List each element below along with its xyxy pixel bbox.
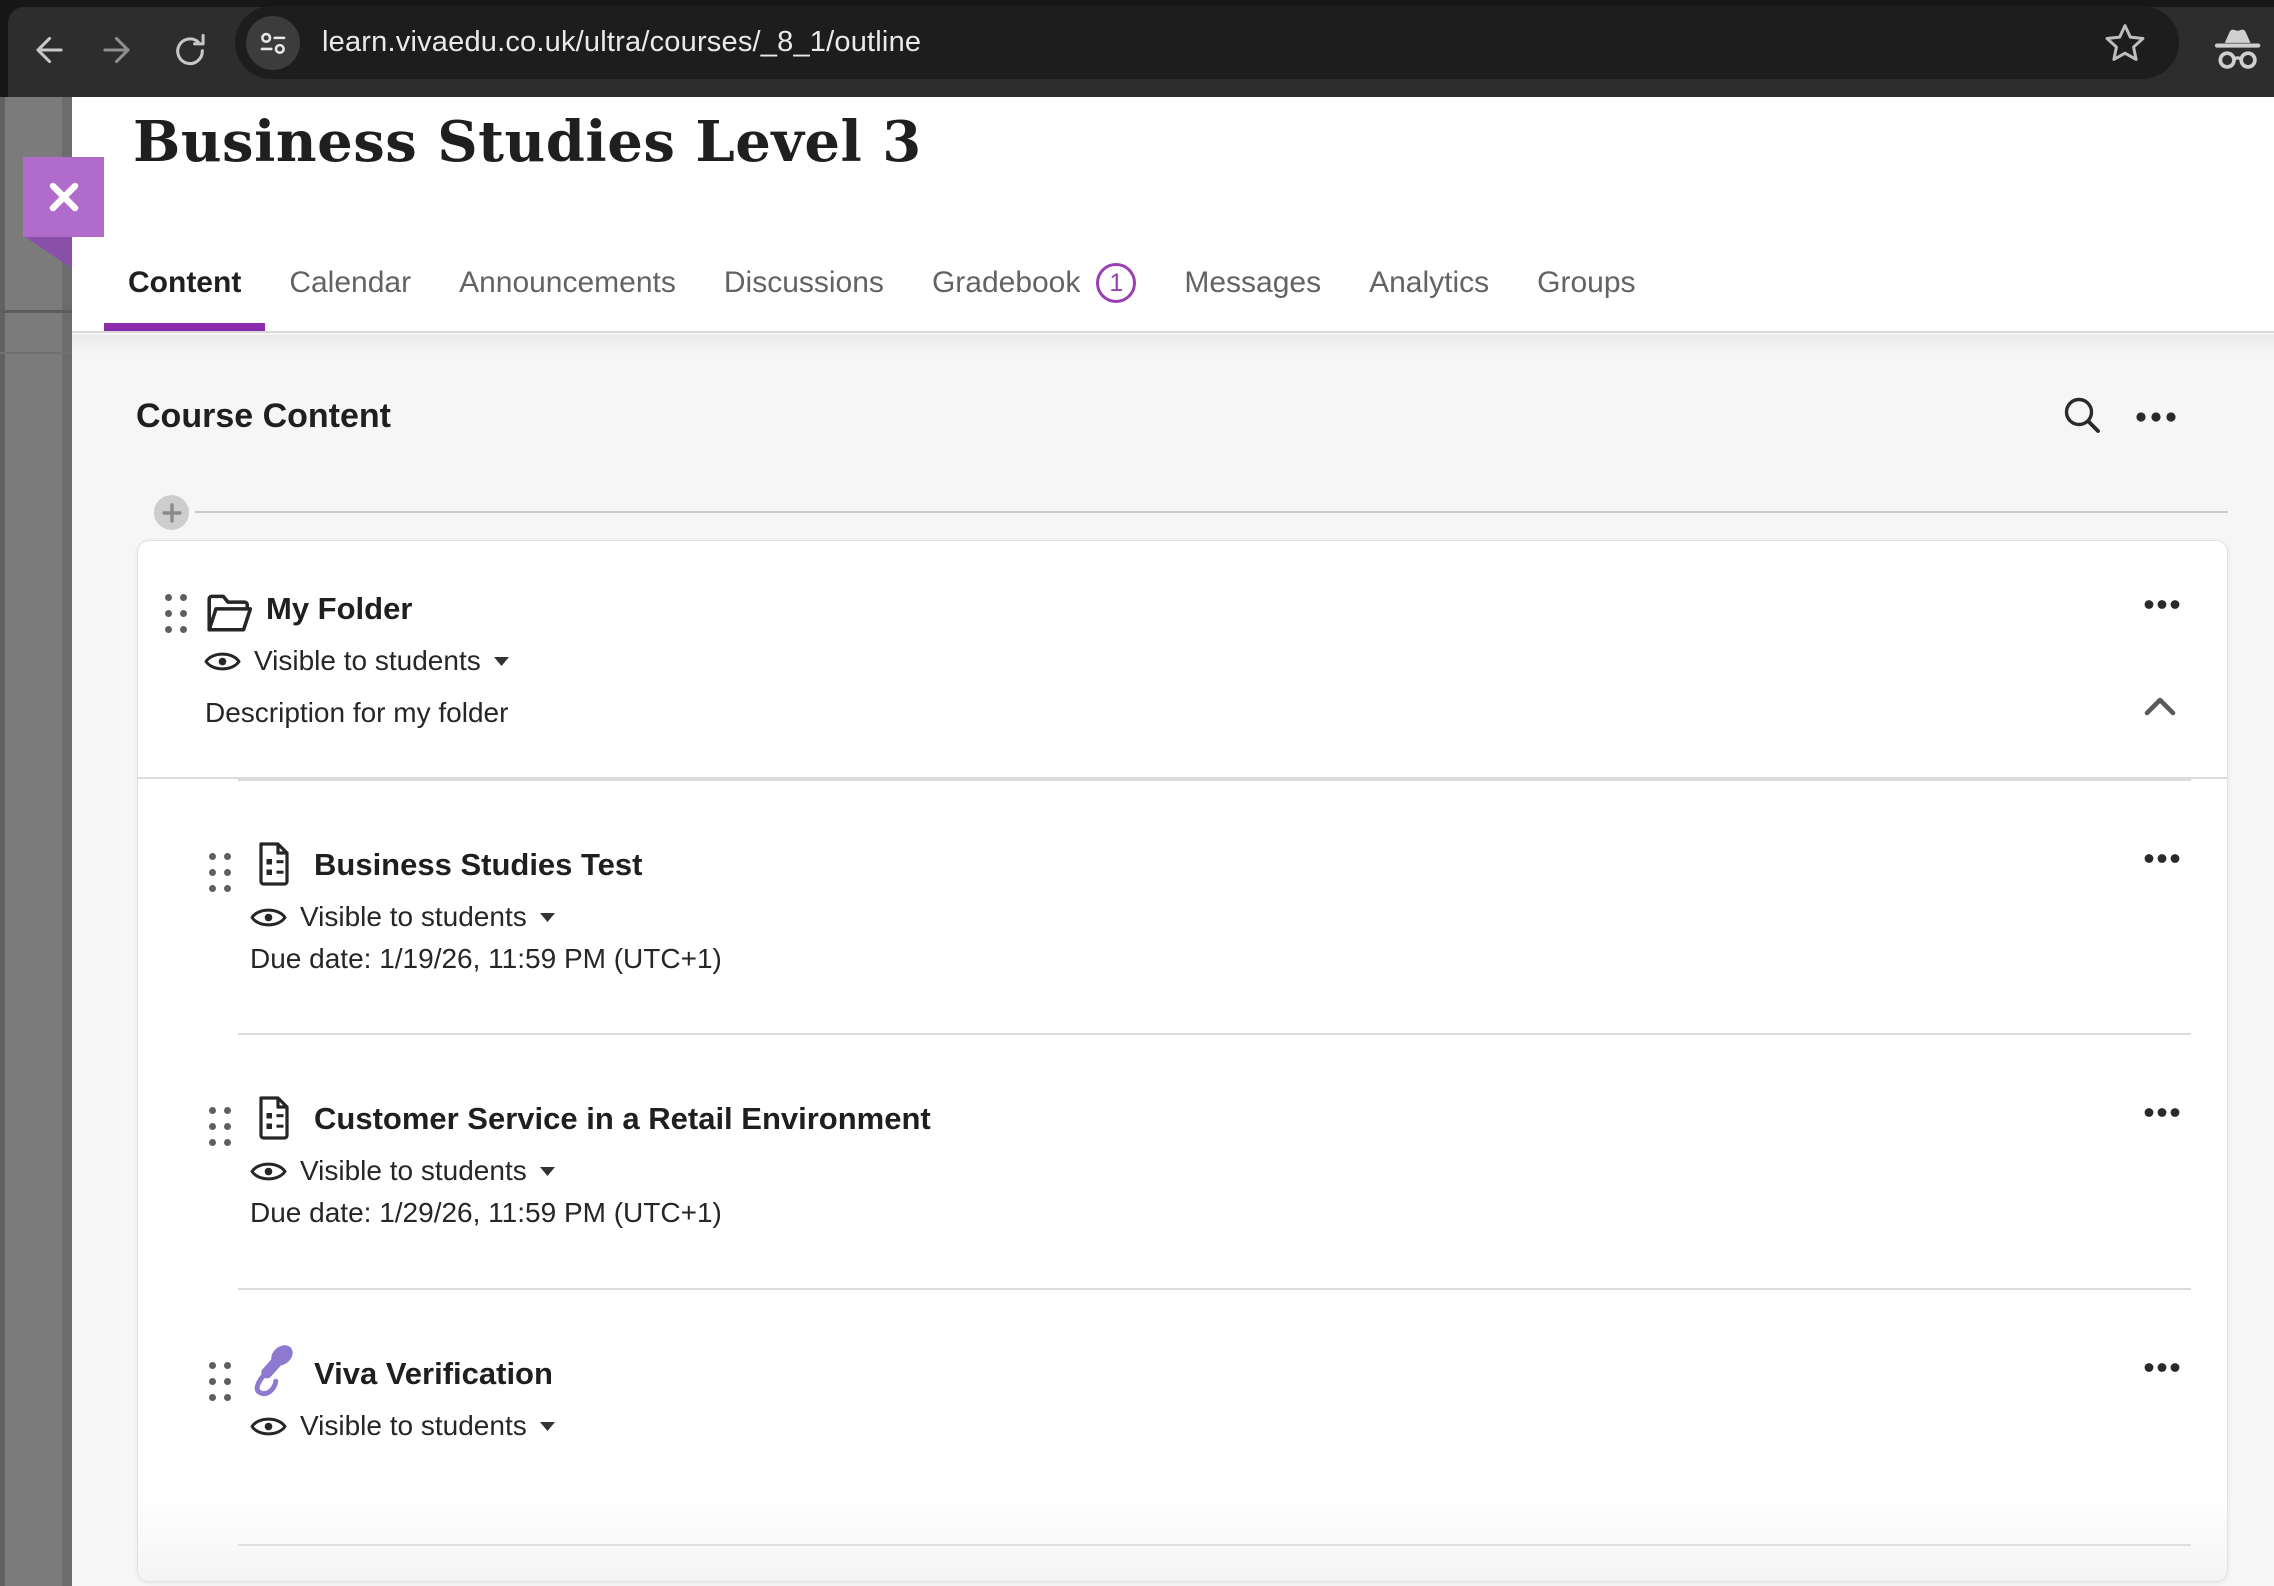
caret-down-icon: [540, 1167, 555, 1176]
drag-handle[interactable]: [209, 1362, 231, 1404]
tab-content[interactable]: Content: [104, 243, 265, 331]
folder-title[interactable]: My Folder: [266, 591, 412, 627]
item-visibility-dropdown[interactable]: Visible to students: [250, 901, 555, 933]
item-visibility-dropdown[interactable]: Visible to students: [250, 1410, 555, 1442]
reload-button[interactable]: [168, 28, 212, 72]
panel-right-edge: [62, 97, 72, 1586]
folder-item-list: Business Studies Test Visible to student…: [138, 779, 2227, 1505]
content-heading: Course Content: [136, 397, 391, 436]
test-document-icon: [250, 839, 298, 889]
tab-analytics[interactable]: Analytics: [1345, 243, 1513, 331]
folder-description: Description for my folder: [205, 697, 508, 729]
folder-visibility-dropdown[interactable]: Visible to students: [204, 645, 509, 677]
search-icon[interactable]: [2060, 393, 2104, 437]
item-title[interactable]: Viva Verification: [314, 1356, 553, 1392]
item-title[interactable]: Customer Service in a Retail Environment: [314, 1101, 931, 1137]
tab-calendar[interactable]: Calendar: [265, 243, 435, 331]
content-item-customer-service: Customer Service in a Retail Environment…: [138, 1033, 2227, 1288]
item-visibility-label: Visible to students: [300, 901, 527, 933]
course-tab-bar: Content Calendar Announcements Discussio…: [104, 243, 1660, 331]
item-visibility-label: Visible to students: [300, 1410, 527, 1442]
drag-handle[interactable]: [209, 853, 231, 895]
panel-seam: [0, 352, 72, 354]
browser-chrome: learn.vivaedu.co.uk/ultra/courses/_8_1/o…: [0, 0, 2274, 97]
panel-left-edge: [0, 97, 5, 1586]
test-document-icon: [250, 1093, 298, 1143]
caret-down-icon: [540, 1422, 555, 1431]
folder-icon: [204, 589, 254, 635]
caret-down-icon: [540, 913, 555, 922]
course-content-card: My Folder Visible to students Descriptio…: [137, 540, 2228, 1582]
tab-messages[interactable]: Messages: [1160, 243, 1345, 331]
drag-handle[interactable]: [209, 1107, 231, 1149]
course-header: Business Studies Level 3 Content Calenda…: [72, 97, 2274, 333]
add-content-divider: [195, 511, 2228, 513]
item-title[interactable]: Business Studies Test: [314, 847, 642, 883]
screen: learn.vivaedu.co.uk/ultra/courses/_8_1/o…: [0, 0, 2274, 1586]
item-divider: [238, 1544, 2191, 1546]
item-options-kebab-icon[interactable]: [2142, 1350, 2182, 1384]
bookmark-star-icon[interactable]: [2103, 21, 2147, 65]
tab-gradebook[interactable]: Gradebook 1: [908, 243, 1160, 331]
microphone-icon: [246, 1342, 300, 1398]
tab-groups[interactable]: Groups: [1513, 243, 1659, 331]
site-settings-icon[interactable]: [246, 16, 300, 70]
item-divider: [238, 1288, 2191, 1290]
panel-seam: [0, 310, 72, 313]
course-title: Business Studies Level 3: [133, 109, 922, 175]
folder-visibility-label: Visible to students: [254, 645, 481, 677]
dimmed-background-panel: [0, 97, 72, 1586]
collapse-folder-chevron-up-icon[interactable]: [2142, 693, 2182, 727]
folder-options-kebab-icon[interactable]: [2142, 587, 2182, 621]
content-options-kebab-icon[interactable]: [2134, 395, 2178, 439]
item-visibility-dropdown[interactable]: Visible to students: [250, 1155, 555, 1187]
url-text: learn.vivaedu.co.uk/ultra/courses/_8_1/o…: [322, 26, 921, 59]
close-button-fold: [25, 237, 72, 268]
content-area: Course Content: [72, 335, 2274, 1586]
forward-button[interactable]: [96, 28, 140, 72]
item-options-kebab-icon[interactable]: [2142, 841, 2182, 875]
card-bottom-fade: [138, 1495, 2227, 1581]
back-button[interactable]: [26, 28, 70, 72]
address-bar[interactable]: learn.vivaedu.co.uk/ultra/courses/_8_1/o…: [235, 6, 2179, 79]
drag-handle[interactable]: [165, 594, 187, 636]
content-item-viva-verification: Viva Verification Visible to students: [138, 1288, 2227, 1505]
content-item-business-studies-test: Business Studies Test Visible to student…: [138, 779, 2227, 1033]
tab-announcements[interactable]: Announcements: [435, 243, 700, 331]
incognito-icon: [2210, 24, 2264, 74]
item-options-kebab-icon[interactable]: [2142, 1095, 2182, 1129]
course-page: Business Studies Level 3 Content Calenda…: [72, 97, 2274, 1586]
folder-row: My Folder Visible to students Descriptio…: [138, 541, 2227, 779]
add-content-button[interactable]: [154, 495, 189, 530]
item-divider: [238, 779, 2191, 781]
tab-discussions[interactable]: Discussions: [700, 243, 908, 331]
gradebook-count-badge: 1: [1096, 263, 1136, 303]
item-visibility-label: Visible to students: [300, 1155, 527, 1187]
item-divider: [238, 1033, 2191, 1035]
close-course-peek-button[interactable]: [23, 157, 104, 237]
item-due-date: Due date: 1/29/26, 11:59 PM (UTC+1): [250, 1197, 722, 1229]
caret-down-icon: [494, 657, 509, 666]
item-due-date: Due date: 1/19/26, 11:59 PM (UTC+1): [250, 943, 722, 975]
